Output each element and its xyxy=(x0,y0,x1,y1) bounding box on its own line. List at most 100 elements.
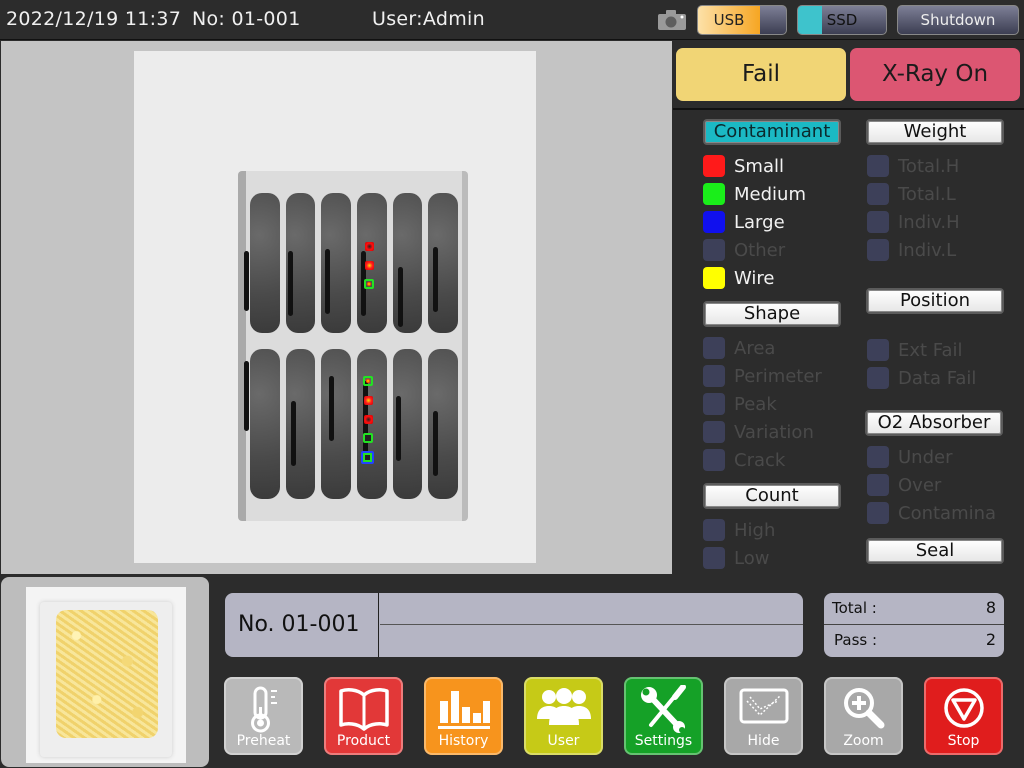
product-photo xyxy=(26,587,186,763)
xray-on-indicator[interactable]: X-Ray On xyxy=(850,48,1020,101)
color-swatch-medium xyxy=(703,183,725,205)
current-user: User:Admin xyxy=(372,8,485,30)
book-icon xyxy=(338,688,389,731)
weight-total-low-indicator: Total.L xyxy=(867,183,956,205)
camera-icon[interactable] xyxy=(657,9,687,31)
total-value: 8 xyxy=(985,598,996,617)
legend-other: Other xyxy=(703,239,785,261)
legend-large: Large xyxy=(703,211,785,233)
detection-marker-small[interactable] xyxy=(364,396,373,405)
indicator-box xyxy=(867,446,889,468)
total-label: Total : xyxy=(832,599,877,617)
detection-marker-small[interactable] xyxy=(365,242,374,251)
gap-shadow xyxy=(396,396,401,461)
detection-marker-medium[interactable] xyxy=(363,376,373,386)
shutdown-button[interactable]: Shutdown xyxy=(897,5,1019,35)
shape-peak-indicator: Peak xyxy=(703,393,777,415)
usb-label: USB xyxy=(713,11,745,29)
detection-marker-medium[interactable] xyxy=(363,433,373,443)
zoom-label: Zoom xyxy=(843,733,884,749)
o2-under-indicator: Under xyxy=(867,446,952,468)
count-high-indicator: High xyxy=(703,519,775,541)
indicator-box xyxy=(703,393,725,415)
hide-label: Hide xyxy=(747,733,780,749)
indicator-box xyxy=(867,474,889,496)
noodle-row-upper xyxy=(246,193,462,333)
result-status-indicator: Fail xyxy=(676,48,846,101)
settings-button[interactable]: Settings xyxy=(624,677,703,755)
gap-shadow xyxy=(244,251,249,311)
gap-shadow xyxy=(325,249,330,314)
datetime: 2022/12/19 11:37 xyxy=(6,8,182,30)
gap-shadow xyxy=(291,401,296,466)
zoom-button[interactable]: Zoom xyxy=(824,677,903,755)
user-label: User xyxy=(547,733,580,749)
indicator-box xyxy=(703,365,725,387)
ssd-storage-button[interactable]: SSD xyxy=(797,5,887,35)
weight-total-high-indicator: Total.H xyxy=(867,155,959,177)
detection-marker-small[interactable] xyxy=(364,415,373,424)
indicator-box xyxy=(867,183,889,205)
stop-label: Stop xyxy=(947,733,980,749)
xray-package xyxy=(238,171,468,521)
indicator-box xyxy=(867,239,889,261)
xray-viewer[interactable] xyxy=(1,41,672,574)
preheat-button[interactable]: Preheat xyxy=(224,677,303,755)
user-button[interactable]: User xyxy=(524,677,603,755)
noodle-row-lower xyxy=(246,349,462,499)
detection-marker-medium[interactable] xyxy=(364,279,374,289)
product-thumbnail[interactable] xyxy=(1,577,209,767)
thermometer-icon xyxy=(250,686,277,733)
hide-button[interactable]: Hide xyxy=(724,677,803,755)
preheat-label: Preheat xyxy=(236,733,291,749)
indicator-box xyxy=(703,519,725,541)
settings-label: Settings xyxy=(634,733,693,749)
stop-button[interactable]: Stop xyxy=(924,677,1003,755)
product-label: Product xyxy=(336,733,391,749)
detection-marker-small[interactable] xyxy=(365,261,374,270)
noodle-block xyxy=(357,349,387,499)
indicator-box xyxy=(867,367,889,389)
product-info-bar: No. 01-001 xyxy=(225,593,803,657)
color-swatch-other xyxy=(703,239,725,261)
detection-marker-large[interactable] xyxy=(361,451,374,464)
inspection-screen: 2022/12/19 11:37 No: 01-001 User:Admin U… xyxy=(0,0,1024,768)
product-number: No. 01-001 xyxy=(225,593,379,657)
o2-absorber-category-button[interactable]: O2 Absorber xyxy=(865,410,1003,436)
indicator-box xyxy=(703,547,725,569)
envelope-icon xyxy=(739,688,788,724)
shape-category-button[interactable]: Shape xyxy=(703,301,841,327)
usb-storage-button[interactable]: USB xyxy=(697,5,787,35)
users-icon xyxy=(536,688,591,725)
stop-triangle-icon xyxy=(943,688,984,728)
inspection-counter: Total : 8 Pass : 2 xyxy=(824,593,1004,657)
seal-category-button[interactable]: Seal xyxy=(866,538,1004,564)
position-ext-fail-indicator: Ext Fail xyxy=(867,339,963,361)
gap-shadow xyxy=(433,411,438,476)
indicator-box xyxy=(703,421,725,443)
pass-count-row: Pass : 2 xyxy=(824,625,1004,657)
shape-crack-indicator: Crack xyxy=(703,449,785,471)
contaminant-category-button[interactable]: Contaminant xyxy=(703,119,841,145)
product-button[interactable]: Product xyxy=(324,677,403,755)
top-bar: 2022/12/19 11:37 No: 01-001 User:Admin U… xyxy=(0,0,1024,40)
shape-perimeter-indicator: Perimeter xyxy=(703,365,822,387)
right-panel: Fail X-Ray On Contaminant Small Medium L… xyxy=(673,41,1024,574)
count-category-button[interactable]: Count xyxy=(703,483,841,509)
weight-indiv-low-indicator: Indiv.L xyxy=(867,239,956,261)
noodle-block xyxy=(250,193,280,333)
pass-label: Pass : xyxy=(834,631,878,649)
wrench-screwdriver-icon xyxy=(640,685,686,733)
package-bag xyxy=(40,602,172,757)
zoom-in-icon xyxy=(843,688,884,729)
position-category-button[interactable]: Position xyxy=(866,288,1004,314)
indicator-box xyxy=(703,337,725,359)
color-swatch-small xyxy=(703,155,725,177)
total-count-row: Total : 8 xyxy=(824,593,1004,625)
weight-indiv-high-indicator: Indiv.H xyxy=(867,211,960,233)
history-button[interactable]: History xyxy=(424,677,503,755)
color-swatch-wire xyxy=(703,267,725,289)
weight-category-button[interactable]: Weight xyxy=(866,119,1004,145)
noodle-block xyxy=(250,349,280,499)
product-info-line-2 xyxy=(380,626,803,657)
